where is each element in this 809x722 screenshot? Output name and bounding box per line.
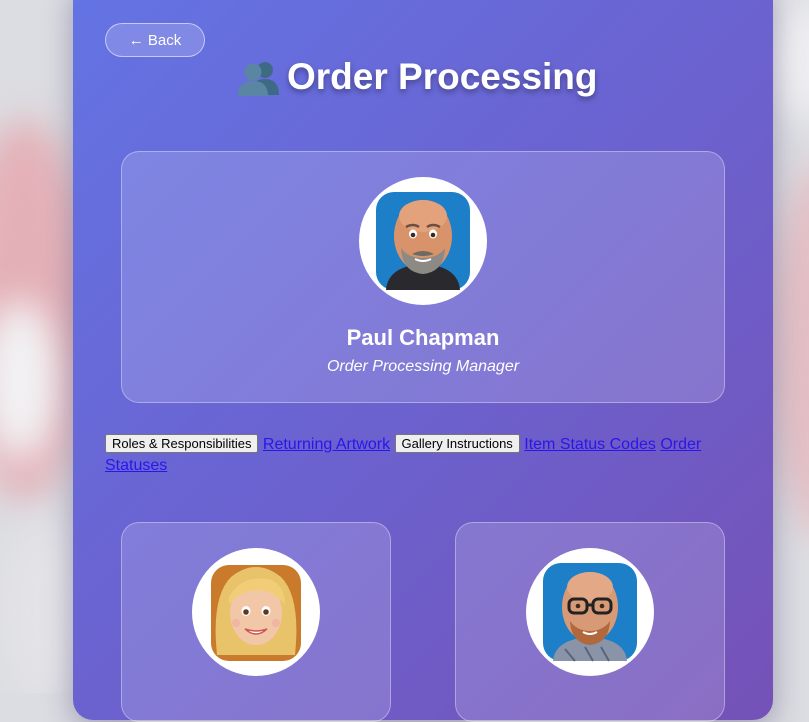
team-member-card <box>455 522 725 722</box>
section-links: Roles & Responsibilities Returning Artwo… <box>105 434 735 476</box>
manager-name: Paul Chapman <box>346 325 500 350</box>
item-status-codes-link[interactable]: Item Status Codes <box>524 436 656 453</box>
page-title-row: Order Processing <box>237 54 598 100</box>
roles-responsibilities-button[interactable]: Roles & Responsibilities <box>105 434 259 453</box>
page-title: Order Processing <box>287 56 598 97</box>
busts-in-silhouette-icon <box>238 62 279 96</box>
gallery-instructions-button[interactable]: Gallery Instructions <box>394 434 520 453</box>
bald-man-glasses-avatar <box>543 563 637 662</box>
manager-role: Order Processing Manager <box>326 358 520 375</box>
bald-man-avatar <box>376 192 470 290</box>
team-member-card <box>121 522 391 722</box>
manager-card: Paul Chapman Order Processing Manager <box>121 151 725 403</box>
back-button[interactable]: ← Back <box>105 23 205 57</box>
avatar <box>359 177 487 305</box>
avatar <box>192 548 320 676</box>
avatar <box>526 548 654 676</box>
returning-artwork-link[interactable]: Returning Artwork <box>263 436 390 453</box>
blonde-woman-avatar <box>211 565 301 661</box>
